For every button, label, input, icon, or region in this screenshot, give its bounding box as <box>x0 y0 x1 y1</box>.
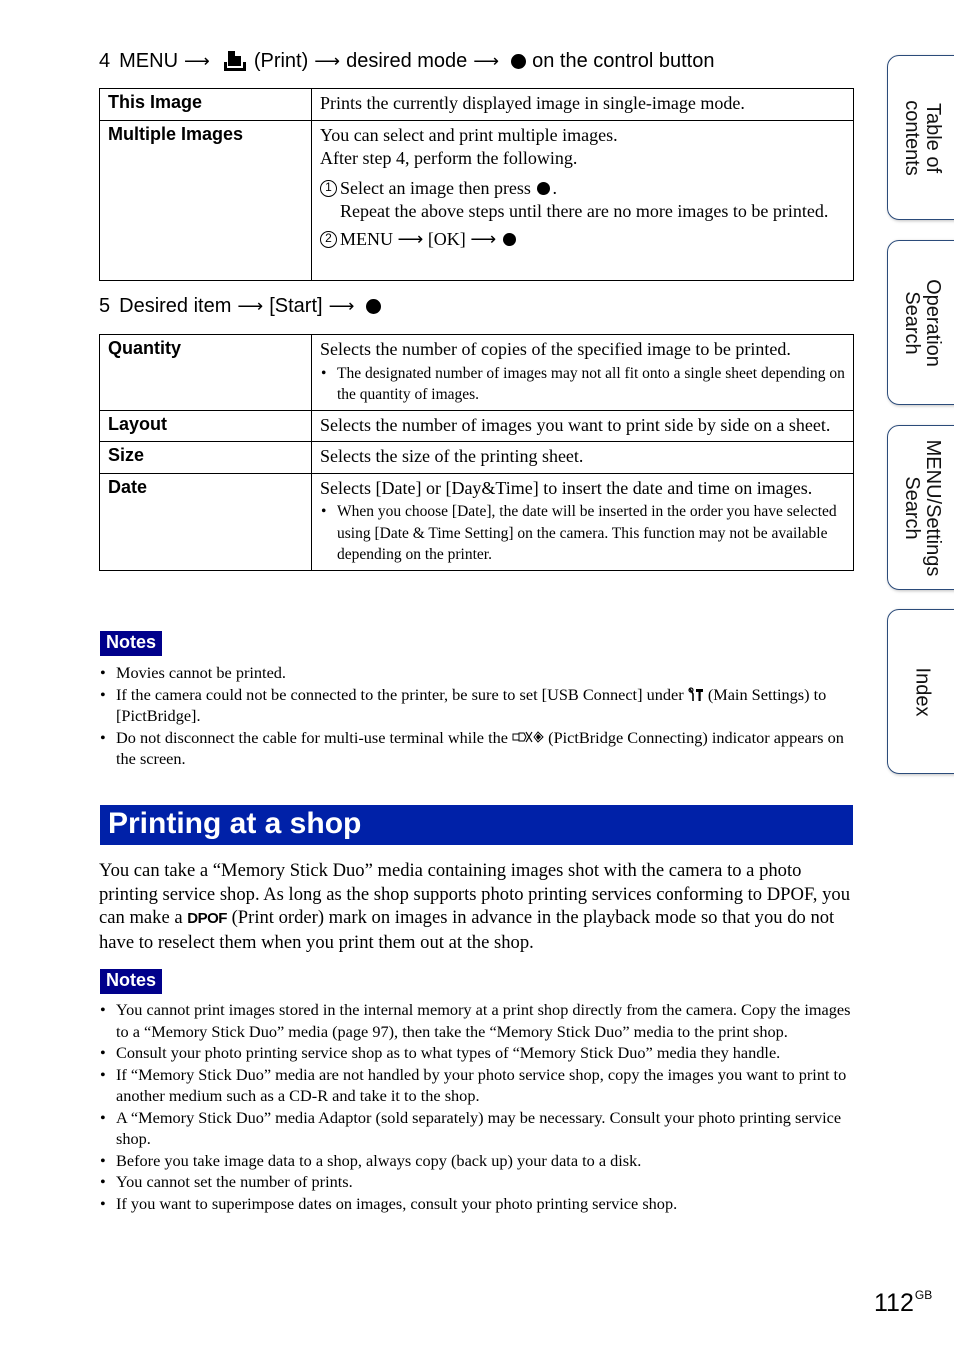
notes-list: You cannot print images stored in the in… <box>99 999 851 1214</box>
start-label: [Start] <box>269 295 323 317</box>
note-item: Do not disconnect the cable for multi-us… <box>99 727 851 770</box>
tab-operation-search[interactable]: Operation Search <box>887 240 954 405</box>
right-arrow-icon: ⟶ <box>184 50 210 71</box>
note-item: Before you take image data to a shop, al… <box>99 1150 851 1172</box>
note-item: If you want to superimpose dates on imag… <box>99 1193 851 1215</box>
right-arrow-icon: ⟶ <box>237 296 264 316</box>
note-item: Consult your photo printing service shop… <box>99 1042 851 1064</box>
print-mode-table: This Image Prints the currently displaye… <box>99 88 854 281</box>
note-item: Movies cannot be printed. <box>99 662 851 684</box>
row-key: Quantity <box>99 334 312 411</box>
print-icon <box>223 51 246 71</box>
section-title: Printing at a shop <box>100 805 853 845</box>
tab-label-line: Operation <box>922 278 944 367</box>
center-button-icon <box>502 232 516 246</box>
row-key: Size <box>99 441 312 474</box>
substep-2: 2 MENU ⟶ [OK] ⟶ <box>320 228 845 252</box>
description-note: When you choose [Date], the date will be… <box>320 501 845 566</box>
ok-label: [OK] <box>427 228 466 249</box>
tab-label: Operation Search <box>901 278 944 367</box>
right-arrow-icon: ⟶ <box>470 228 497 249</box>
center-button-icon <box>366 299 382 314</box>
circled-number-2: 2 <box>320 230 337 248</box>
row-key: Multiple Images <box>99 119 312 281</box>
note-item: A “Memory Stick Duo” media Adaptor (sold… <box>99 1107 851 1150</box>
table-row: This Image Prints the currently displaye… <box>99 88 854 121</box>
table-row: Multiple Images You can select and print… <box>99 119 854 281</box>
description-text: Selects the number of copies of the spec… <box>320 339 791 359</box>
center-button-icon <box>511 53 527 69</box>
tab-label: Table of contents <box>901 99 944 176</box>
right-arrow-icon: ⟶ <box>473 50 500 71</box>
substep-1: 1 Select an image then press . Repeat th… <box>320 177 845 224</box>
tab-label-line: Search <box>901 290 923 355</box>
table-row: Size Selects the size of the printing sh… <box>99 441 854 474</box>
note-item: You cannot set the number of prints. <box>99 1171 851 1193</box>
row-description: Selects the size of the printing sheet. <box>311 441 854 474</box>
tab-index[interactable]: Index <box>887 609 954 774</box>
note-item: You cannot print images stored in the in… <box>99 999 851 1042</box>
tab-label-line: contents <box>901 99 923 176</box>
dpof-mark-icon: DPOF <box>187 910 227 927</box>
substep-continuation: Repeat the above steps until there are n… <box>340 201 829 221</box>
page-number-value: 112 <box>874 1289 914 1317</box>
right-arrow-icon: ⟶ <box>314 50 341 71</box>
circled-number-1: 1 <box>320 179 337 197</box>
step-4-instruction: 4 MENU ⟶ (Print) ⟶ desired mode ⟶ on the… <box>99 49 714 73</box>
period: . <box>552 177 557 198</box>
notes-badge: Notes <box>100 969 163 994</box>
description-text: Selects [Date] or [Day&Time] to insert t… <box>320 477 813 498</box>
table-row: Quantity Selects the number of copies of… <box>99 334 854 411</box>
row-description: Selects [Date] or [Day&Time] to insert t… <box>311 472 854 571</box>
note-text: Do not disconnect the cable for multi-us… <box>116 727 508 747</box>
row-key: This Image <box>99 88 312 121</box>
desired-mode-label: desired mode <box>346 49 468 72</box>
page-number: 112GB <box>874 1288 932 1318</box>
notes-badge: Notes <box>100 631 163 656</box>
control-button-text: on the control button <box>532 49 715 72</box>
tab-label: MENU/Settings Search <box>901 439 944 576</box>
description-line: After step 4, perform the following. <box>320 148 578 168</box>
table-row: Date Selects [Date] or [Day&Time] to ins… <box>99 472 854 571</box>
tab-label-line: MENU/Settings <box>922 439 944 576</box>
print-settings-table: Quantity Selects the number of copies of… <box>99 334 854 571</box>
table-row: Layout Selects the number of images you … <box>99 409 854 442</box>
right-arrow-icon: ⟶ <box>328 296 355 316</box>
notes-list: Movies cannot be printed. If the camera … <box>99 662 851 770</box>
row-description: Prints the currently displayed image in … <box>311 88 854 121</box>
desired-item-label: Desired item <box>119 295 232 317</box>
row-description: You can select and print multiple images… <box>311 119 854 281</box>
tab-label-line: Table of <box>922 102 944 173</box>
tab-table-of-contents[interactable]: Table of contents <box>887 55 954 220</box>
menu-label: MENU <box>119 49 179 72</box>
description-line: You can select and print multiple images… <box>320 124 618 145</box>
right-arrow-icon: ⟶ <box>397 228 424 249</box>
note-item: If the camera could not be connected to … <box>99 684 851 727</box>
step-5-instruction: 5 Desired item ⟶ [Start] ⟶ <box>99 295 387 318</box>
note-text: If the camera could not be connected to … <box>116 684 684 704</box>
menu-label: MENU <box>340 228 393 249</box>
row-description: Selects the number of copies of the spec… <box>311 334 854 411</box>
step-number: 4 <box>99 49 111 72</box>
row-description: Selects the number of images you want to… <box>311 409 854 442</box>
substep-text: Select an image then press <box>340 177 531 198</box>
description-note: The designated number of images may not … <box>320 363 845 406</box>
section-paragraph: You can take a “Memory Stick Duo” media … <box>99 859 855 954</box>
tab-label: Index <box>911 667 934 716</box>
row-key: Layout <box>99 409 312 442</box>
tab-label-line: Search <box>901 475 923 540</box>
page-region-suffix: GB <box>914 1288 933 1302</box>
tab-label-line: Index <box>911 667 934 716</box>
pictbridge-connecting-icon <box>512 730 544 743</box>
note-item: If “Memory Stick Duo” media are not hand… <box>99 1064 851 1107</box>
center-button-icon <box>537 181 551 195</box>
tab-menu-settings-search[interactable]: MENU/Settings Search <box>887 425 954 590</box>
print-label: (Print) <box>253 49 309 72</box>
main-settings-icon <box>688 686 703 701</box>
row-key: Date <box>99 472 312 571</box>
step-number: 5 <box>99 295 111 317</box>
